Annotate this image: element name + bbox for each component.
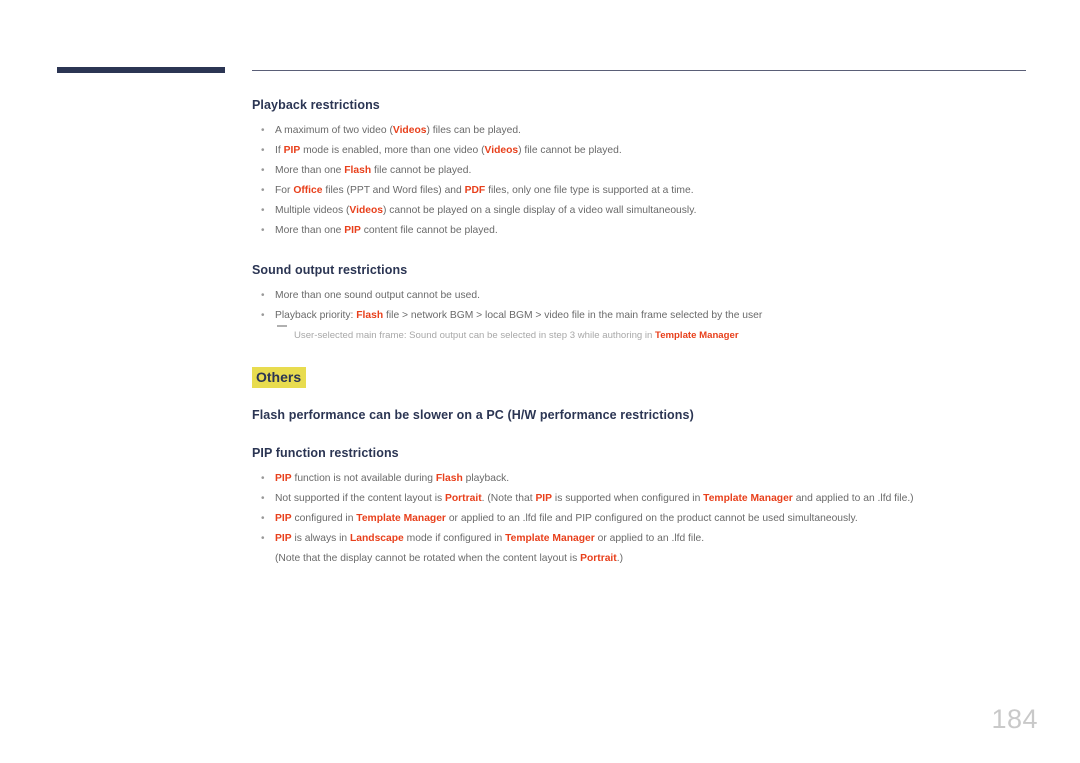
sound-output-subnote: User-selected main frame: Sound output c… bbox=[252, 325, 1042, 345]
text-run: content file cannot be played. bbox=[360, 225, 498, 236]
bullet-dot-icon: • bbox=[261, 145, 265, 156]
text-run: files (PPT and Word files) and bbox=[322, 185, 465, 196]
bullet-list-sound-output: • More than one sound output cannot be us… bbox=[252, 286, 1042, 326]
list-item: • Not supported if the content layout is … bbox=[252, 489, 1042, 509]
text-run: More than one bbox=[275, 225, 345, 236]
bullet-dot-icon: • bbox=[261, 493, 265, 504]
text-run: file > network BGM > local BGM > video f… bbox=[383, 310, 763, 321]
text-run: and applied to an .lfd file.) bbox=[792, 493, 914, 504]
text-run: More than one bbox=[275, 165, 345, 176]
list-item: • More than one Flash file cannot be play… bbox=[252, 161, 1042, 181]
list-item: • Playback priority: Flash file > network… bbox=[252, 306, 1042, 326]
bullet-dot-icon: • bbox=[261, 225, 265, 236]
list-item: • For Office files (PPT and Word files) a… bbox=[252, 181, 1042, 201]
emphasis-term: Videos bbox=[349, 205, 383, 216]
emphasis-term: Portrait bbox=[445, 493, 482, 504]
bullet-dot-icon: • bbox=[261, 165, 265, 176]
text-run: is always in bbox=[291, 533, 350, 544]
section-heading-playback: Playback restrictions bbox=[252, 98, 380, 112]
text-run: is supported when configured in bbox=[552, 493, 704, 504]
bullet-dot-icon: • bbox=[261, 125, 265, 136]
emphasis-term: PIP bbox=[275, 513, 292, 524]
section-playback-restrictions: Playback restrictions • A maximum of two … bbox=[252, 98, 1042, 241]
list-item: • Multiple videos (Videos) cannot be play… bbox=[252, 201, 1042, 221]
bullet-dot-icon: • bbox=[261, 290, 265, 301]
emphasis-term: PIP bbox=[283, 145, 301, 156]
others-section-title-wrap: Others bbox=[252, 367, 1042, 388]
emphasis-term: PIP bbox=[535, 493, 553, 504]
section-sound-output-restrictions: Sound output restrictions • More than one… bbox=[252, 263, 1042, 345]
text-run: User-selected main frame: Sound output c… bbox=[294, 330, 656, 341]
text-run: mode is enabled, more than one video ( bbox=[300, 145, 485, 156]
section-pip-function-restrictions: PIP function restrictions • PIP function … bbox=[252, 446, 1042, 569]
text-run: .) bbox=[616, 553, 624, 564]
bullet-list-pip: • PIP function is not available during Fl… bbox=[252, 469, 1042, 549]
list-item: • PIP is always in Landscape mode if conf… bbox=[252, 529, 1042, 549]
text-run: ) cannot be played on a single display o… bbox=[382, 205, 697, 216]
bullet-dot-icon: • bbox=[261, 533, 265, 544]
emphasis-term: Videos bbox=[484, 145, 519, 156]
text-run: (Note that the display cannot be rotated… bbox=[275, 553, 581, 564]
text-run: or applied to an .lfd file. bbox=[594, 533, 705, 544]
text-run: file cannot be played. bbox=[371, 165, 472, 176]
emphasis-term: Landscape bbox=[349, 533, 404, 544]
header-horizontal-rule bbox=[252, 70, 1026, 71]
emphasis-term: Flash bbox=[435, 473, 463, 484]
pip-continuation-line: (Note that the display cannot be rotated… bbox=[252, 549, 1042, 569]
text-run: or applied to an .lfd file and PIP confi… bbox=[445, 513, 858, 524]
heading-gap bbox=[252, 422, 1042, 446]
emphasis-term: Template Manager bbox=[703, 493, 793, 504]
list-item: • More than one PIP content file cannot b… bbox=[252, 221, 1042, 241]
text-run: ) files can be played. bbox=[426, 125, 521, 136]
list-item: • More than one sound output cannot be us… bbox=[252, 286, 1042, 306]
emphasis-term: PDF bbox=[464, 185, 486, 196]
text-run: For bbox=[275, 185, 294, 196]
emphasis-term: PIP bbox=[344, 225, 361, 236]
emphasis-term: Flash bbox=[356, 310, 384, 321]
others-section-title: Others bbox=[252, 367, 307, 388]
text-run: . (Note that bbox=[481, 493, 536, 504]
bullet-dot-icon: • bbox=[261, 473, 265, 484]
page-number: 184 bbox=[991, 704, 1038, 734]
emphasis-term: Portrait bbox=[580, 553, 617, 564]
text-run: A maximum of two video ( bbox=[275, 125, 393, 136]
header-navy-bar bbox=[57, 67, 225, 73]
emphasis-term: Flash bbox=[344, 165, 372, 176]
emphasis-term: Template Manager bbox=[356, 513, 446, 524]
heading-flash-performance: Flash performance can be slower on a PC … bbox=[252, 408, 694, 422]
text-run: Playback priority: bbox=[275, 310, 357, 321]
text-run: ) file cannot be played. bbox=[518, 145, 622, 156]
emphasis-term: PIP bbox=[275, 473, 292, 484]
page-content: Playback restrictions • A maximum of two … bbox=[252, 98, 1042, 591]
bullet-dot-icon: • bbox=[261, 185, 265, 196]
text-run: Multiple videos ( bbox=[275, 205, 350, 216]
bullet-dot-icon: • bbox=[261, 205, 265, 216]
emphasis-term: Videos bbox=[392, 125, 427, 136]
section-heading-sound-output: Sound output restrictions bbox=[252, 263, 408, 277]
text-run: function is not available during bbox=[291, 473, 436, 484]
text-run: configured in bbox=[291, 513, 357, 524]
list-item: • If PIP mode is enabled, more than one v… bbox=[252, 141, 1042, 161]
emphasis-term: PIP bbox=[275, 533, 292, 544]
emphasis-term: Office bbox=[293, 185, 323, 196]
text-run: If bbox=[275, 145, 284, 156]
list-item: • A maximum of two video (Videos) files c… bbox=[252, 121, 1042, 141]
text-run: playback. bbox=[462, 473, 510, 484]
page-header bbox=[0, 0, 1080, 90]
dash-marker-icon bbox=[277, 325, 287, 327]
text-run: files, only one file type is supported a… bbox=[485, 185, 694, 196]
text-run: Not supported if the content layout is bbox=[275, 493, 445, 504]
emphasis-term: Template Manager bbox=[655, 330, 739, 341]
bullet-dot-icon: • bbox=[261, 513, 265, 524]
list-item: • PIP configured in Template Manager or a… bbox=[252, 509, 1042, 529]
list-item: • PIP function is not available during Fl… bbox=[252, 469, 1042, 489]
emphasis-term: Template Manager bbox=[505, 533, 595, 544]
text-run: More than one sound output cannot be use… bbox=[275, 290, 480, 301]
text-run: mode if configured in bbox=[403, 533, 506, 544]
bullet-list-playback: • A maximum of two video (Videos) files c… bbox=[252, 121, 1042, 241]
bullet-dot-icon: • bbox=[261, 310, 265, 321]
section-heading-pip: PIP function restrictions bbox=[252, 446, 399, 460]
